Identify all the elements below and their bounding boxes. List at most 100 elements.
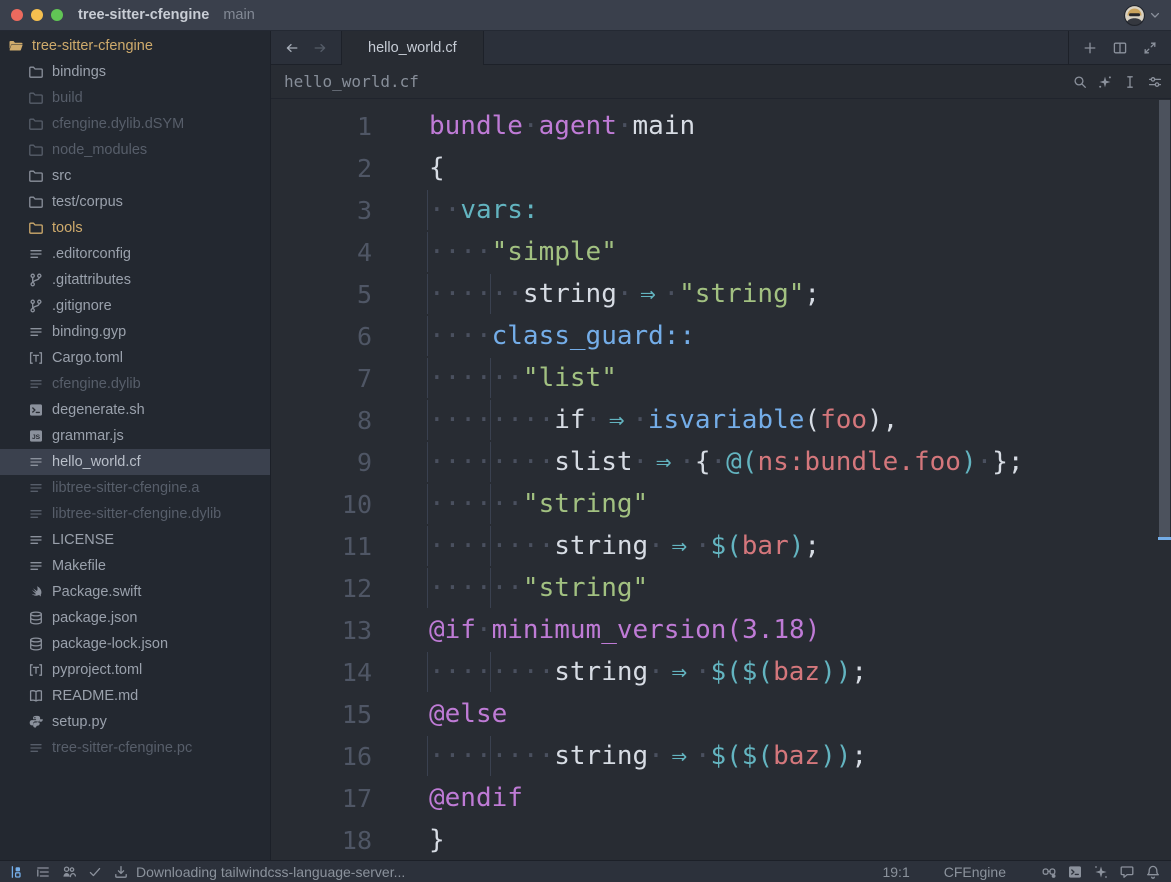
bell-icon[interactable] [1144,863,1161,880]
file-tree-item-cargo-toml[interactable]: Cargo.toml [0,345,270,371]
chat-icon[interactable] [1118,863,1135,880]
doc-lines-icon [28,506,44,522]
indent-guide [490,400,491,440]
status-message: Downloading tailwindcss-language-server.… [136,864,405,880]
expand-icon[interactable] [1139,37,1161,59]
line-content: ········string·⇒·$($(baz)); [429,741,867,771]
breadcrumb[interactable]: hello_world.cf [284,72,419,91]
line-content: ····"simple" [429,237,617,267]
file-tree-item-package-swift[interactable]: Package.swift [0,579,270,605]
file-tree-item--gitattributes[interactable]: .gitattributes [0,267,270,293]
check-icon[interactable] [86,863,103,880]
folder-tree-item-bindings[interactable]: bindings [0,59,270,85]
project-panel-icon[interactable] [8,863,25,880]
folder-open-icon [8,38,24,54]
cursor-position[interactable]: 19:1 [882,864,909,880]
search-icon[interactable] [1069,71,1091,93]
file-tree-item-makefile[interactable]: Makefile [0,553,270,579]
doc-lines-icon [28,454,44,470]
file-tree-item-hello-world-cf[interactable]: hello_world.cf [0,449,270,475]
file-tree-item-libtree-sitter-cfengine-dylib[interactable]: libtree-sitter-cfengine.dylib [0,501,270,527]
git-branch-name[interactable]: main [223,7,254,23]
editor-scrollbar[interactable] [1158,100,1171,860]
scrollbar-thumb[interactable] [1159,100,1170,540]
line-number: 17 [271,784,372,813]
line-number: 5 [271,280,372,309]
sliders-icon[interactable] [1144,71,1166,93]
swift-icon [28,584,44,600]
indent-guide [427,232,428,272]
folder-icon [28,90,44,106]
arrow-right-icon[interactable] [309,37,331,59]
file-tree-item--gitignore[interactable]: .gitignore [0,293,270,319]
folder-tree-item-cfengine-dylib-dsym[interactable]: cfengine.dylib.dSYM [0,111,270,137]
file-tree-item-setup-py[interactable]: setup.py [0,709,270,735]
file-tree-item-cfengine-dylib[interactable]: cfengine.dylib [0,371,270,397]
titlebar: tree-sitter-cfengine main [0,0,1171,31]
folder-tree-item-build[interactable]: build [0,85,270,111]
folder-tree-item-tools[interactable]: tools [0,215,270,241]
line-number: 4 [271,238,372,267]
folder-icon [28,142,44,158]
line-content: { [429,153,445,183]
file-tree-item-libtree-sitter-cfengine-a[interactable]: libtree-sitter-cfengine.a [0,475,270,501]
close-window-button[interactable] [11,9,23,21]
editor-toolbar: hello_world.cf [271,65,1171,99]
doc-lines-icon [28,740,44,756]
folder-tree-item-test-corpus[interactable]: test/corpus [0,189,270,215]
file-tree-item-grammar-js[interactable]: JSgrammar.js [0,423,270,449]
file-tree-item-tree-sitter-cfengine-pc[interactable]: tree-sitter-cfengine.pc [0,735,270,761]
file-tree-item--editorconfig[interactable]: .editorconfig [0,241,270,267]
indent-guide [427,568,428,608]
minimize-window-button[interactable] [31,9,43,21]
code-line-3: 3··vars: [271,189,1171,231]
editor-pane: hello_world.cf hello_world.cf 1bundle·ag… [271,31,1171,860]
history-nav [271,31,342,64]
database-icon [28,636,44,652]
file-tree-item-package-json[interactable]: package.json [0,605,270,631]
copilot-icon[interactable] [1040,863,1057,880]
book-icon [28,688,44,704]
code-line-15: 15@else [271,693,1171,735]
indent-guide [427,484,428,524]
code-line-18: 18} [271,819,1171,860]
project-panel: tree-sitter-cfenginebindingsbuildcfengin… [0,31,271,860]
file-tree-item-pyproject-toml[interactable]: pyproject.toml [0,657,270,683]
user-avatar[interactable] [1123,4,1145,26]
folder-tree-item-tree-sitter-cfengine[interactable]: tree-sitter-cfengine [0,33,270,59]
indent-guide [427,526,428,566]
file-label: hello_world.cf [52,454,141,470]
line-number: 18 [271,826,372,855]
file-tree-item-degenerate-sh[interactable]: degenerate.sh [0,397,270,423]
sparkles-icon[interactable] [1094,71,1116,93]
project-name[interactable]: tree-sitter-cfengine [78,7,209,23]
tab-hello-world-cf[interactable]: hello_world.cf [342,31,484,65]
file-tree-item-binding-gyp[interactable]: binding.gyp [0,319,270,345]
zed-window: tree-sitter-cfengine main tree-sitter-cf… [0,0,1171,882]
split-icon[interactable] [1109,37,1131,59]
file-label: libtree-sitter-cfengine.a [52,480,200,496]
plus-icon[interactable] [1079,37,1101,59]
file-label: libtree-sitter-cfengine.dylib [52,506,221,522]
code-editor[interactable]: 1bundle·agent·main2{3··vars:4····"simple… [271,100,1171,860]
collaboration-icon[interactable] [60,863,77,880]
folder-tree-item-node-modules[interactable]: node_modules [0,137,270,163]
line-content: bundle·agent·main [429,111,695,141]
file-tree-item-license[interactable]: LICENSE [0,527,270,553]
line-content: ··vars: [429,195,539,225]
file-tree-item-readme-md[interactable]: README.md [0,683,270,709]
download-icon[interactable] [112,863,129,880]
outline-panel-icon[interactable] [34,863,51,880]
file-tree-item-package-lock-json[interactable]: package-lock.json [0,631,270,657]
ai-sparkle-icon[interactable] [1092,863,1109,880]
language-selector[interactable]: CFEngine [944,864,1006,880]
arrow-left-icon[interactable] [281,37,303,59]
code-line-17: 17@endif [271,777,1171,819]
zoom-window-button[interactable] [51,9,63,21]
indent-guide [427,316,428,356]
terminal-icon[interactable] [1066,863,1083,880]
folder-tree-item-src[interactable]: src [0,163,270,189]
ibeam-icon[interactable] [1119,71,1141,93]
tab-bar: hello_world.cf [271,31,1171,65]
chevron-down-icon[interactable] [1147,4,1163,26]
